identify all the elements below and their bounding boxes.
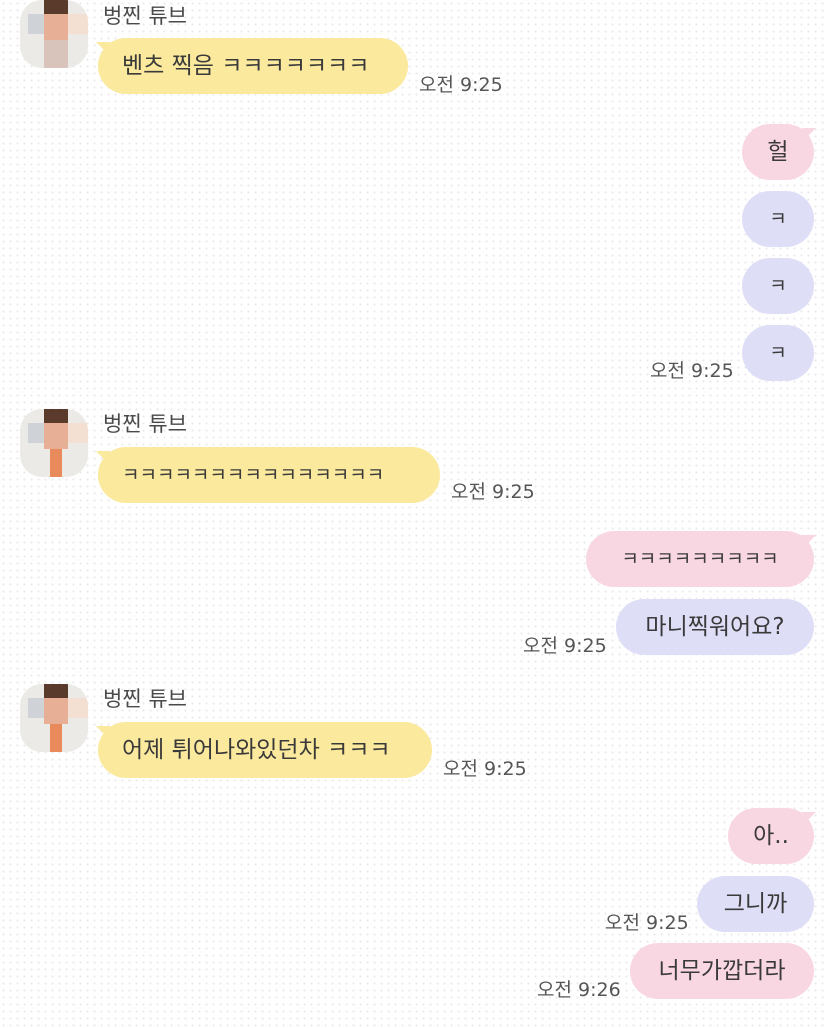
sender-name: 벙찐 튜브 <box>103 4 187 28</box>
outgoing-message-bubble[interactable]: ㅋㅋㅋㅋㅋㅋㅋㅋㅋ <box>586 531 814 587</box>
contact-avatar[interactable] <box>20 0 88 68</box>
outgoing-message-bubble[interactable]: 아.. <box>728 808 814 864</box>
message-timestamp: 오전 9:25 <box>443 758 527 780</box>
outgoing-message-bubble[interactable]: 너무가깝더라 <box>630 943 814 999</box>
incoming-message-bubble[interactable]: 어제 튀어나와있던차 ㅋㅋㅋ <box>98 722 432 778</box>
message-timestamp: 오전 9:25 <box>419 74 503 96</box>
message-timestamp: 오전 9:25 <box>650 360 734 382</box>
sender-name: 벙찐 튜브 <box>103 687 187 711</box>
message-timestamp: 오전 9:25 <box>523 635 607 657</box>
outgoing-message-bubble[interactable]: ㅋ <box>742 191 814 247</box>
outgoing-message-bubble[interactable]: ㅋ <box>742 258 814 314</box>
outgoing-message-bubble[interactable]: 그니까 <box>697 876 814 932</box>
chat-area[interactable]: 벙찐 튜브 벤츠 찍음 ㅋㅋㅋㅋㅋㅋㅋ 오전 9:25 헐 ㅋ ㅋ ㅋ 오전 9… <box>0 0 828 1028</box>
message-timestamp: 오전 9:25 <box>605 912 689 934</box>
outgoing-message-bubble[interactable]: ㅋ <box>742 325 814 381</box>
outgoing-message-bubble[interactable]: 마니찍워어요? <box>616 599 814 655</box>
contact-avatar[interactable] <box>20 409 88 477</box>
incoming-message-bubble[interactable]: ㅋㅋㅋㅋㅋㅋㅋㅋㅋㅋㅋㅋㅋㅋㅋ <box>98 447 440 503</box>
sender-name: 벙찐 튜브 <box>103 412 187 436</box>
outgoing-message-bubble[interactable]: 헐 <box>742 124 814 180</box>
incoming-message-bubble[interactable]: 벤츠 찍음 ㅋㅋㅋㅋㅋㅋㅋ <box>98 38 408 94</box>
contact-avatar[interactable] <box>20 684 88 752</box>
message-timestamp: 오전 9:25 <box>451 481 535 503</box>
message-timestamp: 오전 9:26 <box>537 979 621 1001</box>
